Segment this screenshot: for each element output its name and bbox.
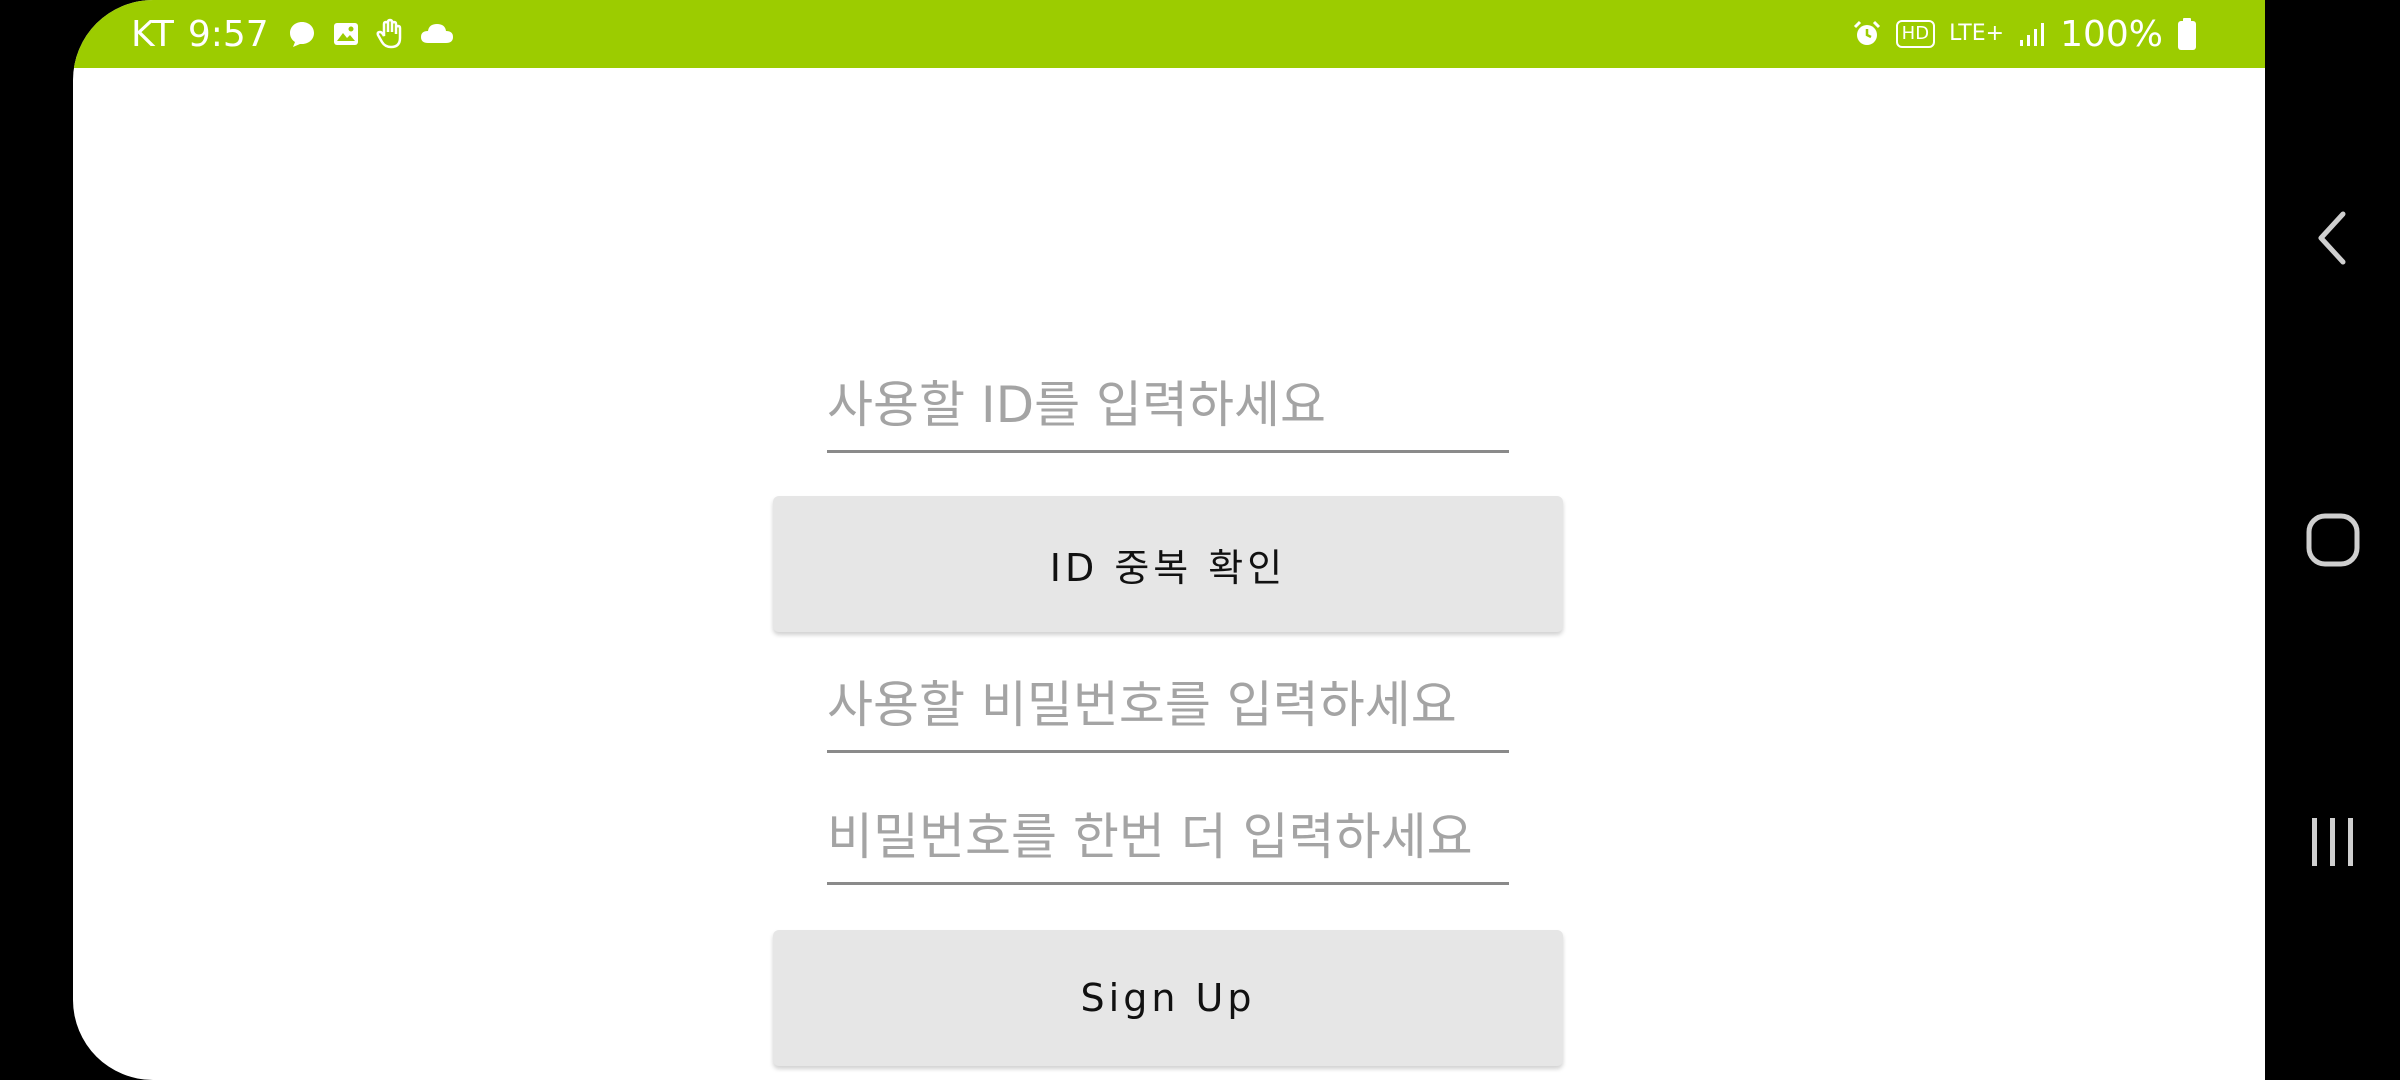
battery-icon [2177, 17, 2197, 51]
status-bar-left: KT 9:57 [131, 0, 455, 68]
id-field [827, 360, 1509, 453]
battery-percent: 100% [2060, 13, 2163, 55]
check-id-button[interactable]: ID 중복 확인 [773, 496, 1563, 632]
password-input[interactable] [827, 670, 1509, 740]
chat-bubble-icon [287, 19, 317, 49]
password-field [827, 660, 1509, 753]
image-icon [331, 19, 361, 49]
navigation-bar [2265, 0, 2400, 1080]
id-input[interactable] [827, 370, 1509, 440]
back-icon[interactable] [2265, 178, 2400, 298]
password-confirm-field [827, 792, 1509, 885]
status-bar: KT 9:57 HD LTE+ 100% [73, 0, 2265, 68]
home-icon[interactable] [2265, 480, 2400, 600]
hd-icon: HD [1895, 20, 1936, 48]
signal-icon [2018, 20, 2046, 48]
lte-plus-icon: LTE+ [1949, 21, 2005, 46]
carrier-label: KT [131, 13, 174, 55]
sign-up-button[interactable]: Sign Up [773, 930, 1563, 1066]
cloud-icon [419, 21, 455, 47]
clock: 9:57 [187, 13, 269, 55]
password-confirm-input[interactable] [827, 802, 1509, 872]
alarm-icon [1852, 19, 1882, 49]
status-bar-right: HD LTE+ 100% [1852, 0, 2197, 68]
app-screen: KT 9:57 HD LTE+ 100% 사용할 ID를 입력하세요 ID 중복… [73, 0, 2265, 1080]
hand-icon [375, 18, 405, 50]
recent-apps-icon[interactable] [2265, 782, 2400, 902]
